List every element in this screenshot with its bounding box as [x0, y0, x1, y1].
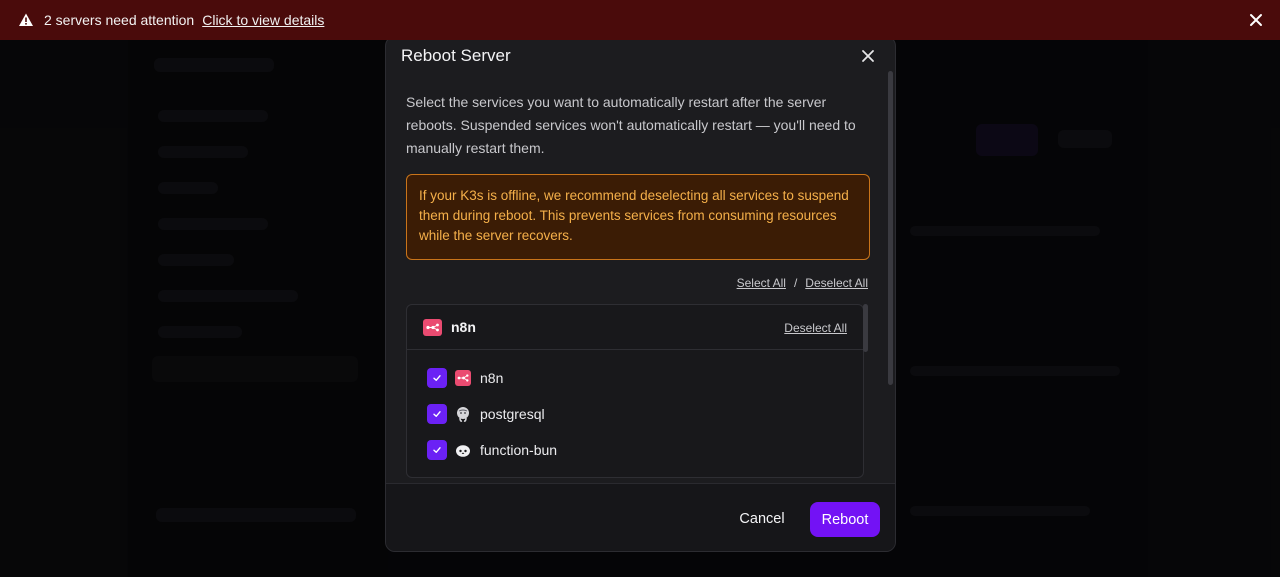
service-item-n8n[interactable]: n8n: [427, 368, 503, 388]
bun-icon: [456, 445, 470, 457]
banner-message: 2 servers need attention: [44, 12, 195, 28]
deselect-all-link[interactable]: Deselect All: [805, 276, 868, 290]
service-list-scrollbar[interactable]: [863, 304, 868, 352]
checkmark-icon: [433, 375, 441, 381]
dialog-scrollbar[interactable]: [888, 71, 893, 385]
reboot-button[interactable]: Reboot: [810, 502, 880, 537]
dialog-title: Reboot Server: [401, 46, 511, 65]
dialog-close-icon[interactable]: [861, 49, 875, 63]
dialog-header: Reboot Server: [386, 37, 895, 77]
service-group-name: n8n: [451, 319, 476, 335]
n8n-icon: [455, 370, 471, 386]
service-checkbox[interactable]: [427, 440, 447, 460]
bulk-separator: /: [793, 276, 798, 290]
service-label: function-bun: [480, 442, 558, 458]
dialog-footer: Cancel Reboot: [386, 483, 895, 551]
n8n-icon: [423, 319, 442, 336]
cancel-button[interactable]: Cancel: [727, 502, 797, 536]
service-group-n8n: n8n Deselect All n8n postgresql function…: [406, 304, 864, 478]
service-label: n8n: [480, 370, 504, 386]
banner-close-icon[interactable]: [1248, 12, 1264, 28]
group-deselect-all-link[interactable]: Deselect All: [784, 321, 847, 335]
checkmark-icon: [433, 411, 441, 417]
service-group-header: n8n Deselect All: [407, 305, 863, 350]
bulk-selection: Select All / Deselect All: [737, 276, 868, 290]
select-all-link[interactable]: Select All: [737, 276, 786, 290]
reboot-server-dialog: Reboot Server Select the services you wa…: [385, 36, 896, 552]
warning-icon: [19, 13, 33, 26]
service-item-function-bun[interactable]: function-bun: [427, 440, 557, 460]
postgresql-elephant-icon: [457, 407, 469, 422]
view-details-link[interactable]: Click to view details: [202, 12, 324, 28]
service-checkbox[interactable]: [427, 368, 447, 388]
k3s-offline-warning: If your K3s is offline, we recommend des…: [406, 174, 870, 260]
checkmark-icon: [433, 447, 441, 453]
service-label: postgresql: [480, 406, 545, 422]
attention-banner: 2 servers need attention Click to view d…: [0, 0, 1280, 40]
dialog-description: Select the services you want to automati…: [406, 94, 856, 156]
service-item-postgresql[interactable]: postgresql: [427, 404, 545, 424]
service-checkbox[interactable]: [427, 404, 447, 424]
